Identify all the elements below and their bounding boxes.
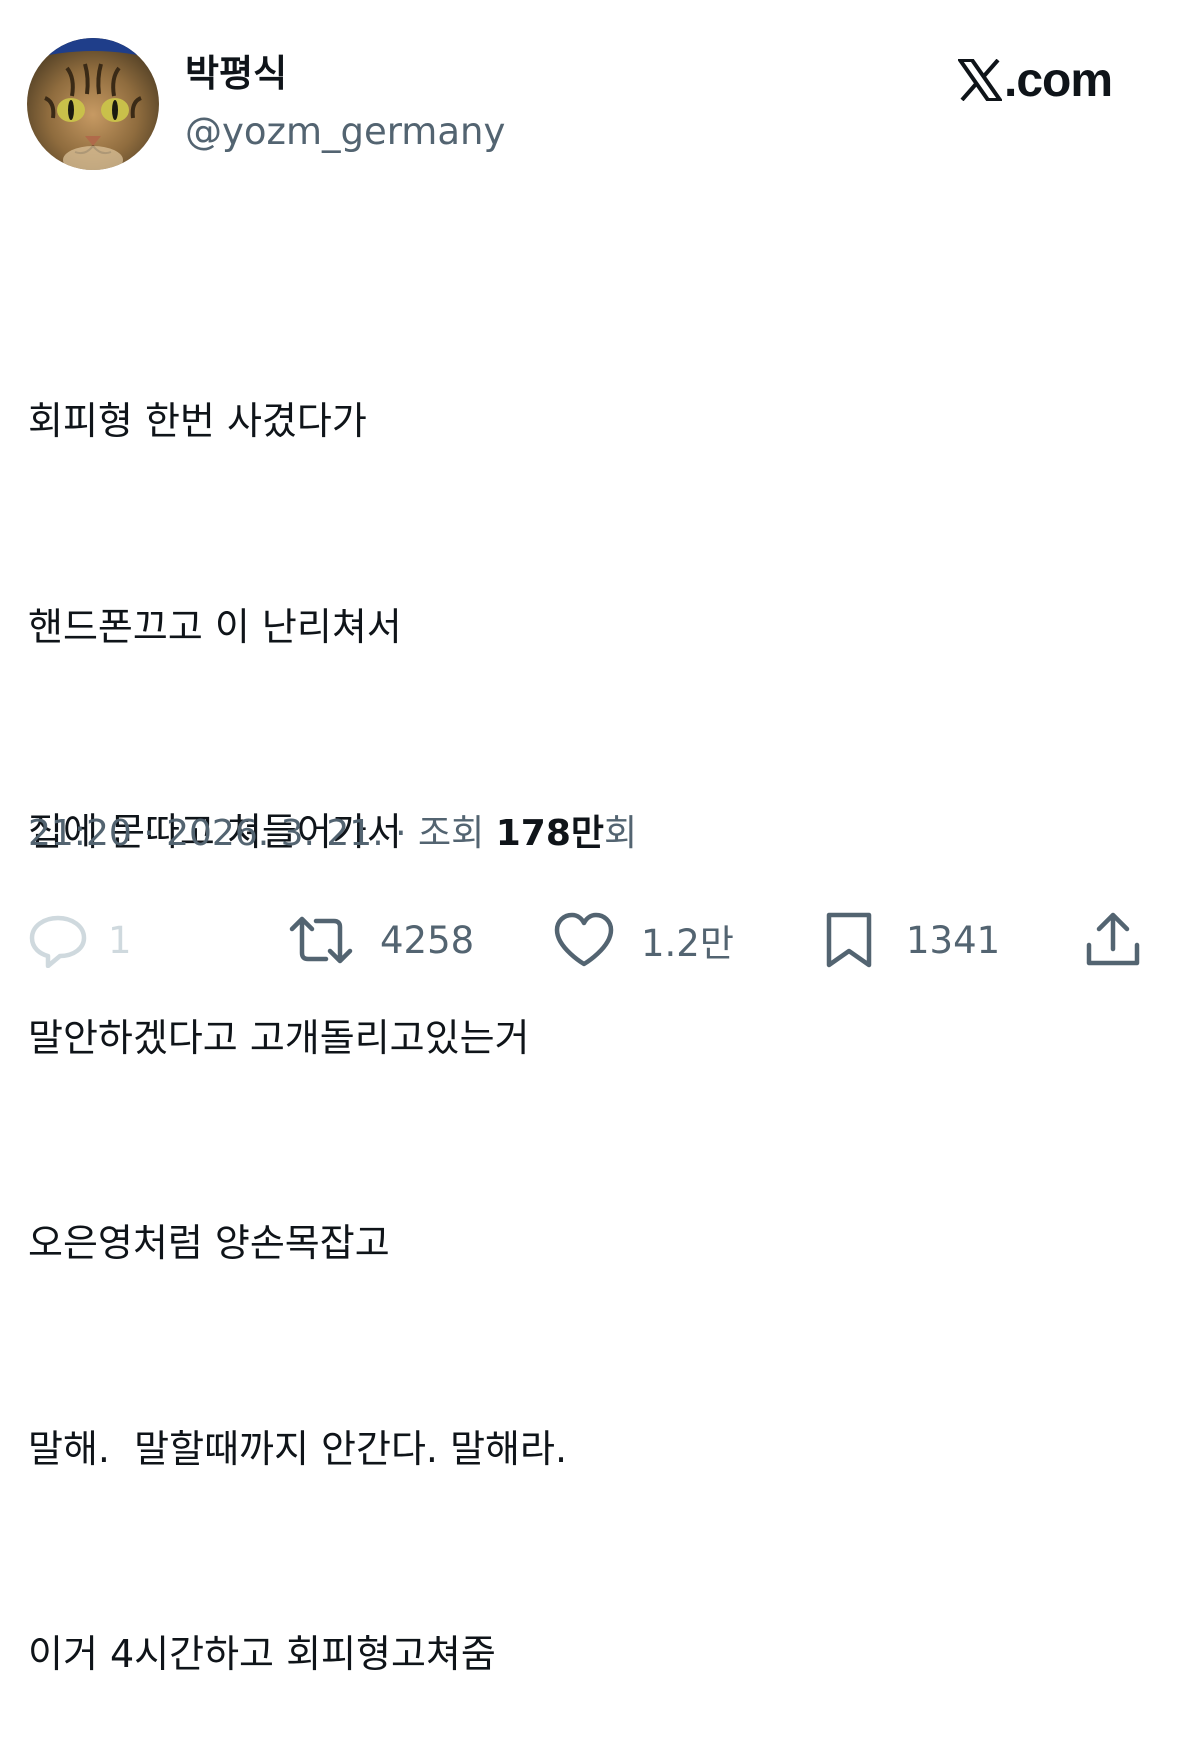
cat-avatar-image <box>27 38 159 170</box>
retweet-button[interactable]: 4258 <box>288 908 474 972</box>
retweet-icon <box>289 916 353 964</box>
tweet-line: 말안하겠다고 고개돌리고있는거 <box>28 1015 530 1060</box>
avatar[interactable] <box>27 38 159 170</box>
tweet-time[interactable]: 21:20 <box>28 813 132 854</box>
share-icon <box>1086 912 1140 966</box>
reply-icon <box>29 915 87 968</box>
x-logo-icon <box>958 59 1002 101</box>
bookmark-icon <box>826 912 872 968</box>
brand-logo: .com <box>958 52 1113 108</box>
tweet-text: 회피형 한번 사겼다가 핸드폰끄고 이 난리쳐서 집에 문따고 쳐들어가서 말안… <box>28 250 567 1757</box>
like-count: 1.2만 <box>641 922 734 965</box>
retweet-count: 4258 <box>380 918 475 962</box>
tweet-line: 말해. 말할때까지 안간다. 말해라. <box>28 1426 568 1471</box>
views-suffix: 회 <box>604 813 638 854</box>
bookmark-button[interactable]: 1341 <box>824 908 1000 972</box>
display-name[interactable]: 박평식 <box>185 50 287 98</box>
views-label: 조회 <box>418 813 485 854</box>
meta-separator: · <box>143 813 155 854</box>
meta-separator: · <box>395 813 407 854</box>
tweet-date[interactable]: 2026. 3. 21. <box>166 813 384 854</box>
tweet-line: 핸드폰끄고 이 난리쳐서 <box>28 604 402 649</box>
like-button[interactable]: 1.2만 <box>553 908 734 972</box>
handle[interactable]: @yozm_germany <box>185 108 505 156</box>
share-button[interactable] <box>1085 908 1141 972</box>
brand-logo-suffix: .com <box>1004 53 1113 107</box>
tweet-meta: 21:20 · 2026. 3. 21. · 조회 178만회 <box>28 808 637 860</box>
tweet-line: 오은영처럼 양손목잡고 <box>28 1221 390 1265</box>
heart-icon <box>554 912 614 967</box>
tweet-line: 이거 4시간하고 회피형고쳐줌 <box>28 1632 496 1676</box>
views-count: 178만 <box>495 813 604 854</box>
bookmark-count: 1341 <box>906 918 1001 962</box>
tweet-line: 회피형 한번 사겼다가 <box>28 399 367 443</box>
reply-button[interactable]: 1 <box>28 908 132 972</box>
reply-count: 1 <box>108 918 132 962</box>
